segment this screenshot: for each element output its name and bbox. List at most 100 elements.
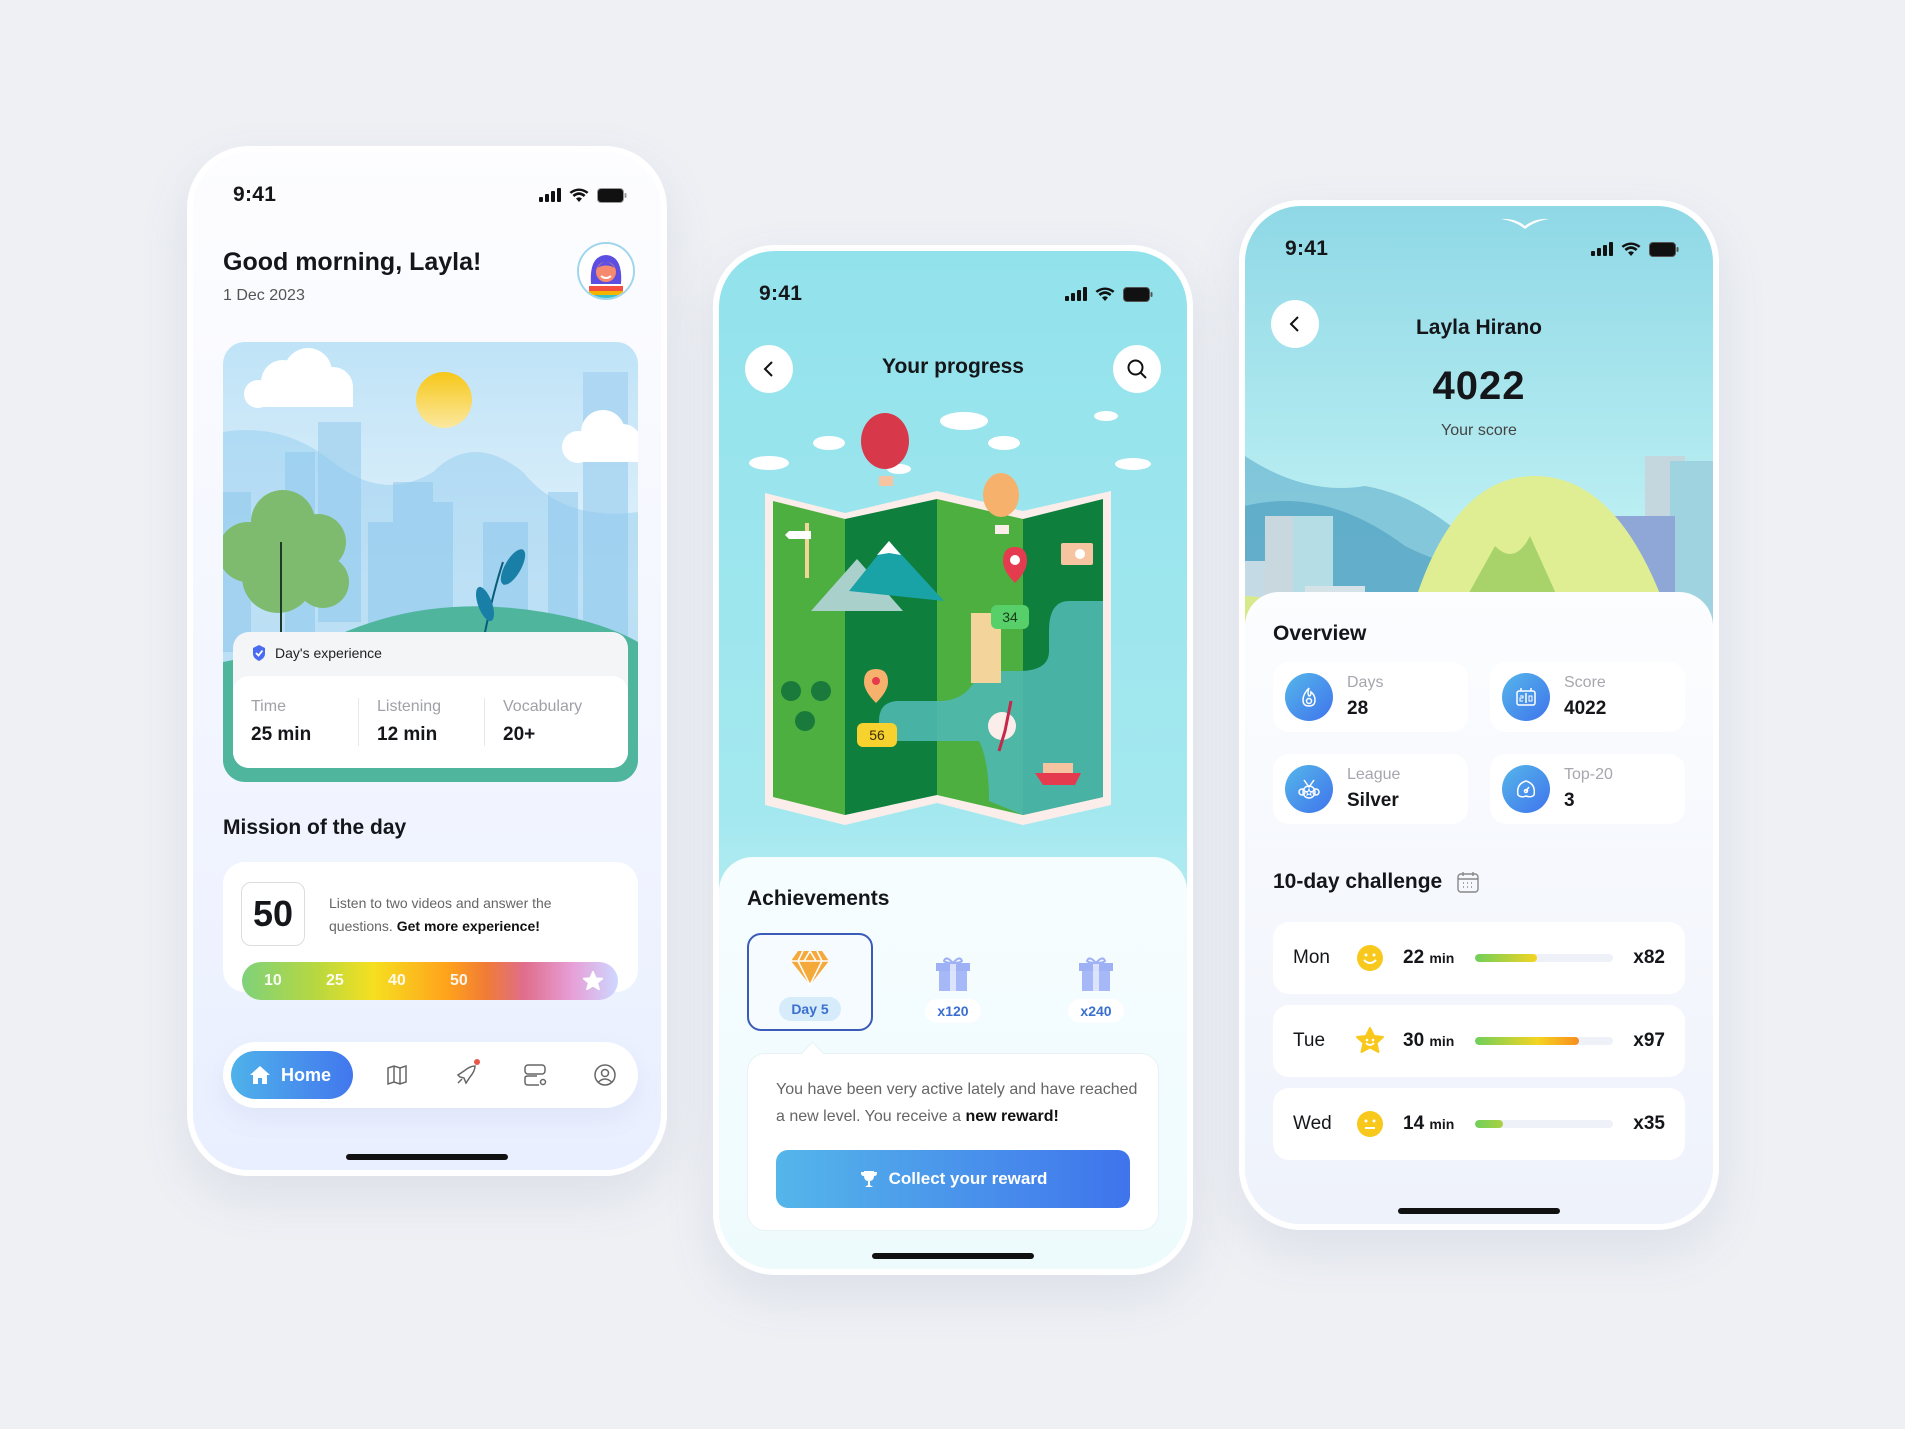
challenge-minutes: 14 min [1403, 1113, 1475, 1135]
tab-home[interactable]: Home [231, 1051, 354, 1099]
home-icon [250, 1066, 270, 1084]
challenge-row[interactable]: Mon 22 min x82 [1273, 922, 1685, 994]
achievement-label: Day 5 [779, 997, 841, 1021]
progress-screen: 9:41 Your progress 34 56 Achievements Da… [713, 245, 1193, 1275]
overview-league[interactable]: League Silver [1273, 754, 1468, 824]
overview-label: Days [1347, 674, 1384, 691]
avatar[interactable] [577, 242, 635, 300]
milestone: 25 [326, 972, 344, 989]
challenge-title: 10-day challenge [1273, 870, 1443, 893]
greeting-title: Good morning, Layla! [223, 248, 482, 276]
diamond-icon [791, 950, 829, 987]
overview-grid: Days 28 Score 4022 League Silver Top-20 3 [1273, 662, 1685, 824]
status-bar: 9:41 [759, 279, 1153, 309]
map-marker-34[interactable]: 34 [991, 605, 1029, 629]
gift-icon [1079, 957, 1113, 991]
signal-icon [539, 188, 561, 202]
status-time: 9:41 [233, 183, 277, 206]
wifi-icon [1095, 287, 1115, 301]
progress-map[interactable]: 34 56 [749, 401, 1159, 881]
tab-map[interactable] [372, 1050, 422, 1100]
greeting-block: Good morning, Layla! 1 Dec 2023 [223, 248, 481, 305]
gift-icon [936, 957, 970, 991]
milestone: 40 [388, 972, 406, 989]
search-icon [1127, 359, 1147, 379]
overview-days[interactable]: Days 28 [1273, 662, 1468, 732]
avatar-illustration [579, 244, 633, 298]
stat-label: Time [251, 698, 286, 715]
neutral-face-icon [1357, 1111, 1383, 1137]
wifi-icon [569, 188, 589, 202]
signal-icon [1591, 242, 1613, 256]
status-time: 9:41 [759, 282, 803, 305]
flame-icon [1302, 687, 1316, 707]
stat-label: Vocabulary [503, 698, 583, 715]
tab-rocket[interactable] [441, 1050, 491, 1100]
reward-message: You have been very active lately and hav… [776, 1076, 1138, 1130]
achievement-x120[interactable]: x120 [890, 933, 1016, 1031]
home-indicator [872, 1253, 1034, 1259]
overview-score[interactable]: Score 4022 [1490, 662, 1685, 732]
minutes-value: 14 [1403, 1113, 1425, 1134]
tab-home-label: Home [281, 1064, 332, 1085]
milestone: 50 [450, 972, 468, 989]
challenge-day: Wed [1293, 1113, 1332, 1134]
overview-value: 28 [1347, 698, 1369, 719]
bottom-tab-bar: Home [223, 1042, 638, 1108]
overview-panel: Overview Days 28 Score 4022 League Silver T… [1245, 592, 1713, 1224]
signal-icon [1065, 287, 1087, 301]
notification-dot [474, 1059, 481, 1065]
settings-icon [523, 1064, 546, 1086]
achievement-label: x240 [1068, 999, 1124, 1023]
challenge-title-row: 10-day challenge [1273, 870, 1480, 894]
overview-value: Silver [1347, 790, 1399, 811]
challenge-row[interactable]: Tue 30 min x97 [1273, 1005, 1685, 1077]
stat-value: 25 min [251, 724, 312, 745]
overview-label: Top-20 [1564, 766, 1613, 783]
challenge-progress-track [1475, 954, 1613, 962]
greeting-date: 1 Dec 2023 [223, 287, 305, 304]
reward-text: You have been very active lately and hav… [776, 1081, 1138, 1125]
smile-face-icon [1357, 945, 1383, 971]
battery-icon [1649, 241, 1679, 257]
minutes-value: 22 [1403, 947, 1425, 968]
reward-text-bold: new reward! [965, 1108, 1059, 1125]
cloud [813, 436, 845, 450]
profile-score: 4022 [1432, 364, 1526, 408]
battery-icon [1123, 286, 1153, 302]
scoreboard-icon [1516, 688, 1536, 706]
mission-title: Mission of the day [223, 816, 407, 839]
milestone: 10 [264, 972, 282, 989]
star-icon [582, 970, 604, 991]
minutes-value: 30 [1403, 1030, 1425, 1051]
mission-description: Listen to two videos and answer the ques… [329, 892, 609, 938]
challenge-day: Mon [1293, 947, 1330, 968]
achievement-x240[interactable]: x240 [1033, 933, 1159, 1031]
map-marker-56[interactable]: 56 [857, 723, 897, 747]
map-illustration [749, 411, 1151, 825]
stat-listening: Listening 12 min [359, 698, 485, 746]
achievement-label: x120 [925, 999, 981, 1023]
overview-value: 3 [1564, 790, 1575, 811]
challenge-row[interactable]: Wed 14 min x35 [1273, 1088, 1685, 1160]
city-illustration: Day's experience Time 25 min Listening 1… [223, 342, 638, 782]
overview-label: Score [1564, 674, 1606, 691]
calendar-icon[interactable] [1456, 870, 1480, 894]
mission-text-bold: Get more experience! [396, 918, 540, 934]
challenge-day: Tue [1293, 1030, 1326, 1051]
trophy-icon [860, 1171, 877, 1187]
challenge-multiplier: x35 [1633, 1113, 1665, 1134]
challenge-progress-fill [1475, 1037, 1579, 1045]
collect-reward-button[interactable]: Collect your reward [776, 1150, 1130, 1208]
achievement-day-5[interactable]: Day 5 [747, 933, 873, 1031]
overview-label: League [1347, 766, 1401, 783]
tab-profile[interactable] [580, 1050, 630, 1100]
search-button[interactable] [1113, 345, 1161, 393]
overview-top-20[interactable]: Top-20 3 [1490, 754, 1685, 824]
battery-icon [597, 187, 627, 203]
badge-check-icon [253, 645, 265, 661]
tab-settings[interactable] [511, 1050, 561, 1100]
bird-icon [1501, 218, 1549, 229]
home-indicator [1398, 1208, 1560, 1214]
challenge-minutes: 22 min [1403, 947, 1475, 969]
